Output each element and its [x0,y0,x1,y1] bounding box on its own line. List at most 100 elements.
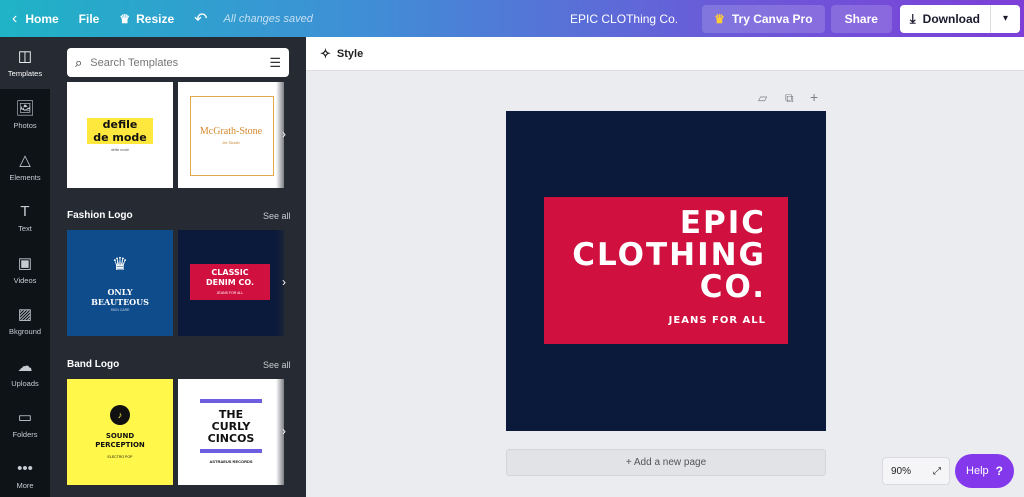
template-sub: defile mode [110,148,130,152]
text-icon: T [20,202,30,220]
rail-item-background[interactable]: ▨ Bkground [0,295,50,347]
search-input[interactable] [90,56,270,69]
help-button[interactable]: Help ? [955,454,1014,488]
file-menu[interactable]: File [69,0,110,37]
home-button[interactable]: ‹ Home [0,0,69,37]
shapes-icon: △ [19,151,31,169]
document-title[interactable]: EPIC CLOThing Co. [570,12,696,26]
file-label: File [78,11,100,26]
zoom-level: 90% [891,465,912,477]
note-icon[interactable]: ▱ [758,91,767,105]
rail-item-text[interactable]: T Text [0,192,50,244]
template-name: ONLY BEAUTEOUS [91,287,149,307]
zoom-control[interactable]: 90% ⤢ [882,457,950,485]
download-label: Download [922,11,980,26]
template-thumb[interactable]: THE CURLY CINCOS ASTRAEUS RECORDS [178,379,284,485]
logo-title[interactable]: EPIC CLOTHING CO. [572,207,766,303]
filter-icon[interactable]: ☰ [269,55,281,71]
style-button[interactable]: Style [337,48,363,60]
try-pro-label: Try Canva Pro [731,11,813,26]
design-canvas[interactable]: EPIC CLOTHING CO. JEANS FOR ALL [506,111,826,431]
template-name: defile de mode [87,118,153,144]
logo-box[interactable]: EPIC CLOTHING CO. JEANS FOR ALL [544,197,788,344]
left-rail: ◫ Templates 🖼︎ Photos △ Elements T Text … [0,37,50,497]
chevron-down-icon: ▾ [1002,13,1009,24]
template-sub: ELECTRO POP [107,455,133,459]
share-button[interactable]: Share [830,4,892,33]
template-thumb[interactable]: ♪ SOUND PERCEPTION ELECTRO POP [67,379,173,485]
rail-item-more[interactable]: ••• More [0,449,50,497]
sound-wave-icon: ♪ [110,405,130,425]
add-page-icon[interactable]: + [810,89,818,105]
template-thumb[interactable]: defile de mode defile mode [67,82,173,188]
template-sub: Art Studio [222,140,240,145]
crown-icon: ♛ [714,11,725,26]
see-all-link[interactable]: See all [263,211,291,221]
template-thumb[interactable]: CLASSIC DENIM CO. JEANS FOR ALL [178,230,284,336]
photo-icon: 🖼︎ [15,99,35,117]
rail-item-videos[interactable]: ▣ Videos [0,244,50,296]
download-button[interactable]: ⤓ Download [899,4,990,33]
template-name: McGrath-Stone [199,126,263,137]
rail-label: Uploads [11,378,39,388]
top-bar: ‹ Home File ♛ Resize ↶ All changes saved… [0,0,1024,37]
style-toolbar: ✧ Style [306,37,1024,71]
template-sub: JEANS FOR ALL [216,291,244,295]
add-page-label: + Add a new page [625,457,707,468]
see-all-link[interactable]: See all [263,360,291,370]
crown-icon: ♛ [111,254,129,274]
rail-label: Elements [9,172,41,182]
more-icon: ••• [17,459,33,477]
template-thumb[interactable]: McGrath-Stone Art Studio [178,82,284,188]
template-name: SOUND PERCEPTION [95,432,145,449]
rail-label: Templates [7,68,43,78]
scroll-right-icon[interactable]: › [282,424,286,438]
rail-item-uploads[interactable]: ☁ Uploads [0,347,50,399]
crown-icon: ♛ [119,11,131,26]
section-title: Fashion Logo [67,210,133,221]
question-icon: ? [995,464,1003,478]
template-icon: ◫ [17,47,33,65]
templates-panel: ⌕ ☰ defile de mode defile mode McGrath-S… [50,37,306,497]
editor-area: ✧ Style ▱ ⧉ + EPIC CLOTHING CO. JEANS FO… [306,37,1024,497]
rail-label: Folders [12,429,38,439]
search-box[interactable]: ⌕ ☰ [67,48,289,77]
download-icon: ⤓ [909,10,916,26]
share-label: Share [844,11,878,26]
rail-label: Bkground [8,326,42,336]
add-new-page-button[interactable]: + Add a new page [506,449,826,476]
scroll-right-icon[interactable]: › [282,127,286,141]
save-status: All changes saved [223,12,313,25]
duplicate-page-icon[interactable]: ⧉ [785,91,794,106]
download-options-button[interactable]: ▾ [990,4,1020,33]
template-sub: ASTRAEUS RECORDS [209,459,253,464]
resize-label: Resize [136,11,175,26]
rail-item-photos[interactable]: 🖼︎ Photos [0,89,50,141]
upload-icon: ☁ [17,357,33,375]
try-canva-pro-button[interactable]: ♛ Try Canva Pro [702,4,825,33]
resize-button[interactable]: ♛ Resize [109,0,184,37]
template-sub: SKIN CARE [110,308,130,312]
template-name: CLASSIC DENIM CO. [205,268,255,287]
chevron-left-icon: ‹ [12,9,18,27]
section-title: Band Logo [67,359,120,370]
rail-label: More [16,480,34,490]
rail-label: Text [18,223,32,233]
rail-label: Photos [13,120,37,130]
undo-button[interactable]: ↶ [184,0,217,37]
help-label: Help [966,465,989,477]
scroll-right-icon[interactable]: › [282,275,286,289]
search-icon: ⌕ [75,54,83,70]
rail-item-folders[interactable]: ▭ Folders [0,398,50,450]
undo-icon: ↶ [194,10,208,28]
background-icon: ▨ [17,305,33,323]
rail-label: Videos [13,275,37,285]
rail-item-elements[interactable]: △ Elements [0,141,50,193]
logo-tagline[interactable]: JEANS FOR ALL [669,315,766,326]
sparkle-icon: ✧ [320,45,331,61]
template-thumb[interactable]: ♛ ONLY BEAUTEOUS SKIN CARE [67,230,173,336]
folder-icon: ▭ [17,408,33,426]
video-icon: ▣ [17,254,33,272]
expand-icon[interactable]: ⤢ [933,466,941,477]
rail-item-templates[interactable]: ◫ Templates [0,37,50,89]
